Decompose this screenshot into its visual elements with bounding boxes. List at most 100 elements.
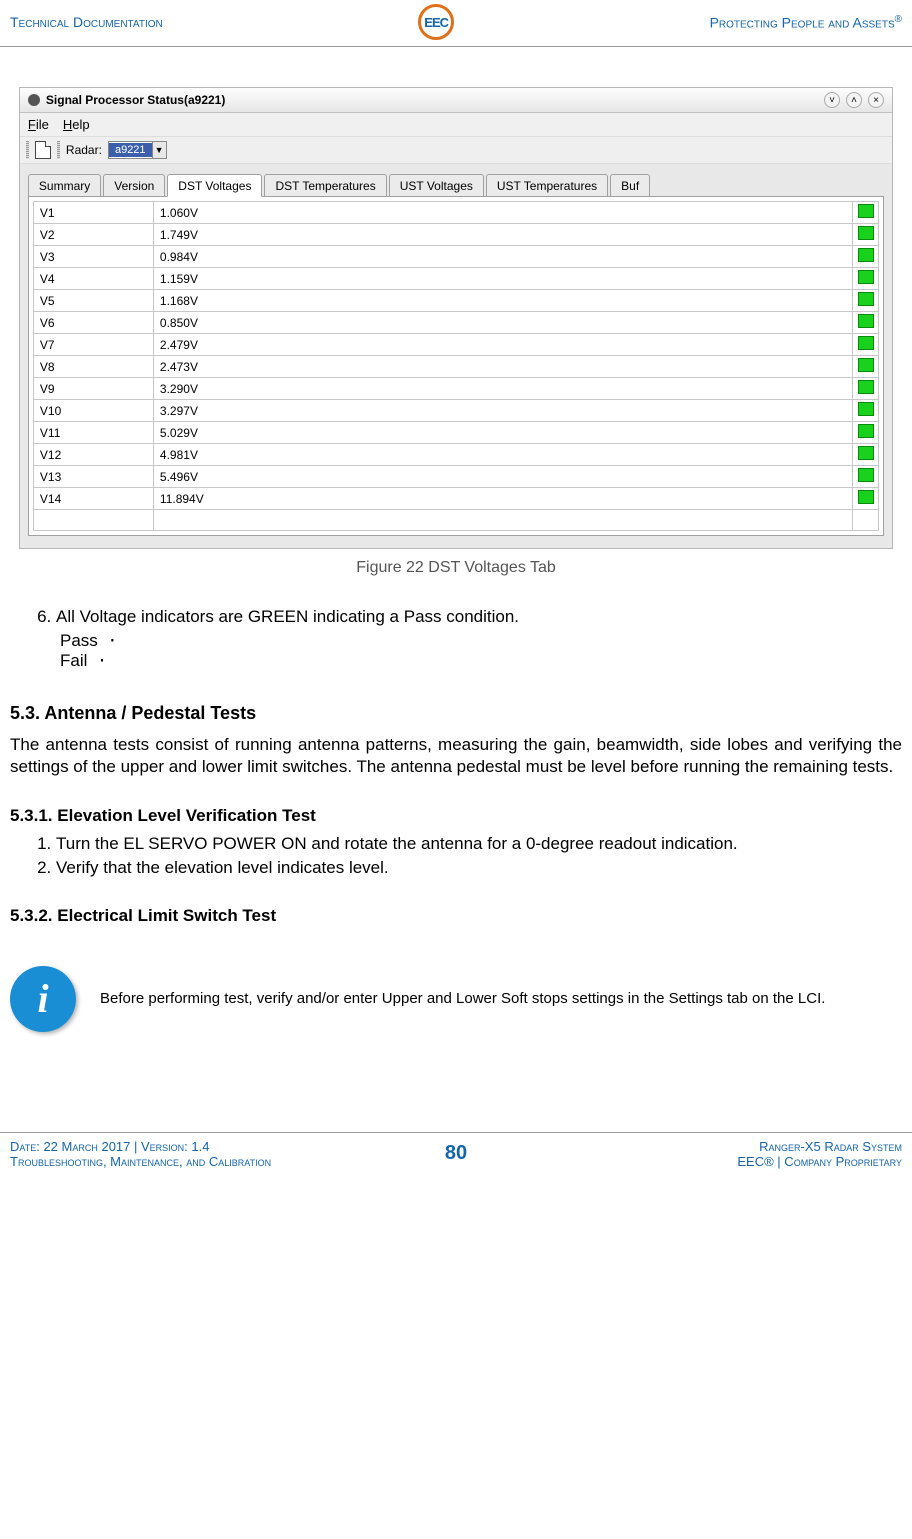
table-row: V124.981V — [33, 444, 878, 466]
maximize-button[interactable]: ˄ — [846, 92, 862, 108]
tab-ust-temperatures[interactable]: UST Temperatures — [486, 174, 608, 196]
table-row: V60.850V — [33, 312, 878, 334]
voltage-value: 2.473V — [153, 356, 852, 378]
status-led-icon — [858, 424, 874, 438]
footer-proprietary: EEC® | Company Proprietary — [487, 1154, 902, 1169]
table-row: V51.168V — [33, 290, 878, 312]
voltage-value: 11.894V — [153, 488, 852, 510]
section-5-3-2-heading: 5.3.2. Electrical Limit Switch Test — [10, 906, 902, 926]
pass-label: Pass — [60, 631, 98, 650]
window-title: Signal Processor Status(a9221) — [46, 93, 818, 107]
section-5-3-1-heading: 5.3.1. Elevation Level Verification Test — [10, 806, 902, 826]
voltage-value: 3.297V — [153, 400, 852, 422]
tab-dst-voltages[interactable]: DST Voltages — [167, 174, 262, 197]
menu-help[interactable]: Help — [63, 117, 90, 132]
info-note-text: Before performing test, verify and/or en… — [100, 989, 825, 1009]
info-note-box: i Before performing test, verify and/or … — [10, 966, 902, 1032]
status-led-icon — [858, 292, 874, 306]
status-led-cell — [853, 356, 879, 378]
voltage-name: V6 — [33, 312, 153, 334]
section-5-3-heading: 5.3. Antenna / Pedestal Tests — [10, 703, 902, 724]
page-content: Signal Processor Status(a9221) ˅ ˄ × Fil… — [0, 47, 912, 1092]
status-led-cell — [853, 488, 879, 510]
page-number: 80 — [425, 1142, 487, 1165]
status-led-cell — [853, 246, 879, 268]
status-led-cell — [853, 444, 879, 466]
voltage-value: 1.749V — [153, 224, 852, 246]
voltages-table: V11.060VV21.749VV30.984VV41.159VV51.168V… — [33, 201, 879, 531]
title-bar: Signal Processor Status(a9221) ˅ ˄ × — [20, 88, 892, 113]
close-button[interactable]: × — [868, 92, 884, 108]
toolbar-divider — [57, 141, 60, 159]
tab-strip: SummaryVersionDST VoltagesDST Temperatur… — [20, 164, 892, 196]
page-header: Technical Documentation EEC Protecting P… — [0, 0, 912, 47]
pass-line: Pass · — [60, 631, 902, 651]
table-row: V21.749V — [33, 224, 878, 246]
page-footer: Date: 22 March 2017 | Version: 1.4 Troub… — [0, 1132, 912, 1189]
step-6: All Voltage indicators are GREEN indicat… — [56, 607, 902, 627]
status-led-icon — [858, 468, 874, 482]
voltage-name: V14 — [33, 488, 153, 510]
voltage-name: V1 — [33, 202, 153, 224]
status-led-cell — [853, 422, 879, 444]
voltage-value: 0.984V — [153, 246, 852, 268]
new-document-icon[interactable] — [35, 141, 51, 159]
menu-file[interactable]: File — [28, 117, 49, 132]
voltage-name: V12 — [33, 444, 153, 466]
tab-buf[interactable]: Buf — [610, 174, 650, 196]
logo-circle: EEC — [418, 4, 454, 40]
table-row: V30.984V — [33, 246, 878, 268]
radar-dropdown[interactable]: a9221 ▼ — [108, 141, 167, 159]
figure-caption: Figure 22 DST Voltages Tab — [10, 559, 902, 577]
logo-wrap: EEC — [418, 4, 454, 40]
bullet-dot: · — [97, 651, 107, 671]
menu-bar: File Help — [20, 113, 892, 137]
registered-mark: ® — [895, 14, 902, 25]
voltage-name: V3 — [33, 246, 153, 268]
voltage-name: V2 — [33, 224, 153, 246]
status-led-cell — [853, 224, 879, 246]
table-row-empty — [33, 510, 878, 531]
minimize-button[interactable]: ˅ — [824, 92, 840, 108]
voltage-value: 5.029V — [153, 422, 852, 444]
status-window: Signal Processor Status(a9221) ˅ ˄ × Fil… — [19, 87, 893, 549]
voltage-value: 2.479V — [153, 334, 852, 356]
table-row: V82.473V — [33, 356, 878, 378]
voltage-name: V11 — [33, 422, 153, 444]
list-item: Verify that the elevation level indicate… — [56, 858, 902, 878]
footer-right: Ranger-X5 Radar System EEC® | Company Pr… — [487, 1139, 902, 1169]
tab-summary[interactable]: Summary — [28, 174, 101, 196]
fail-line: Fail · — [60, 651, 902, 671]
table-row: V115.029V — [33, 422, 878, 444]
voltage-value: 1.060V — [153, 202, 852, 224]
voltage-name: V13 — [33, 466, 153, 488]
header-left: Technical Documentation — [10, 14, 163, 30]
toolbar-divider — [26, 141, 29, 159]
header-right-text: Protecting People and Assets — [710, 14, 895, 30]
toolbar: Radar: a9221 ▼ — [20, 137, 892, 164]
status-led-cell — [853, 378, 879, 400]
chevron-down-icon: ▼ — [152, 142, 166, 158]
voltage-name: V10 — [33, 400, 153, 422]
tab-ust-voltages[interactable]: UST Voltages — [389, 174, 484, 196]
table-row: V41.159V — [33, 268, 878, 290]
status-led-icon — [858, 204, 874, 218]
voltage-value: 1.168V — [153, 290, 852, 312]
status-led-icon — [858, 446, 874, 460]
status-led-cell — [853, 268, 879, 290]
tab-dst-temperatures[interactable]: DST Temperatures — [264, 174, 386, 196]
status-led-icon — [858, 226, 874, 240]
status-led-icon — [858, 490, 874, 504]
info-icon: i — [10, 966, 76, 1032]
status-led-cell — [853, 400, 879, 422]
radar-value: a9221 — [109, 143, 152, 157]
status-led-icon — [858, 248, 874, 262]
status-led-cell — [853, 466, 879, 488]
footer-date-version: Date: 22 March 2017 | Version: 1.4 — [10, 1139, 425, 1154]
voltage-name: V5 — [33, 290, 153, 312]
status-led-icon — [858, 270, 874, 284]
status-led-cell — [853, 290, 879, 312]
tab-version[interactable]: Version — [103, 174, 165, 196]
logo-text: EEC — [424, 15, 448, 30]
window-icon — [28, 94, 40, 106]
